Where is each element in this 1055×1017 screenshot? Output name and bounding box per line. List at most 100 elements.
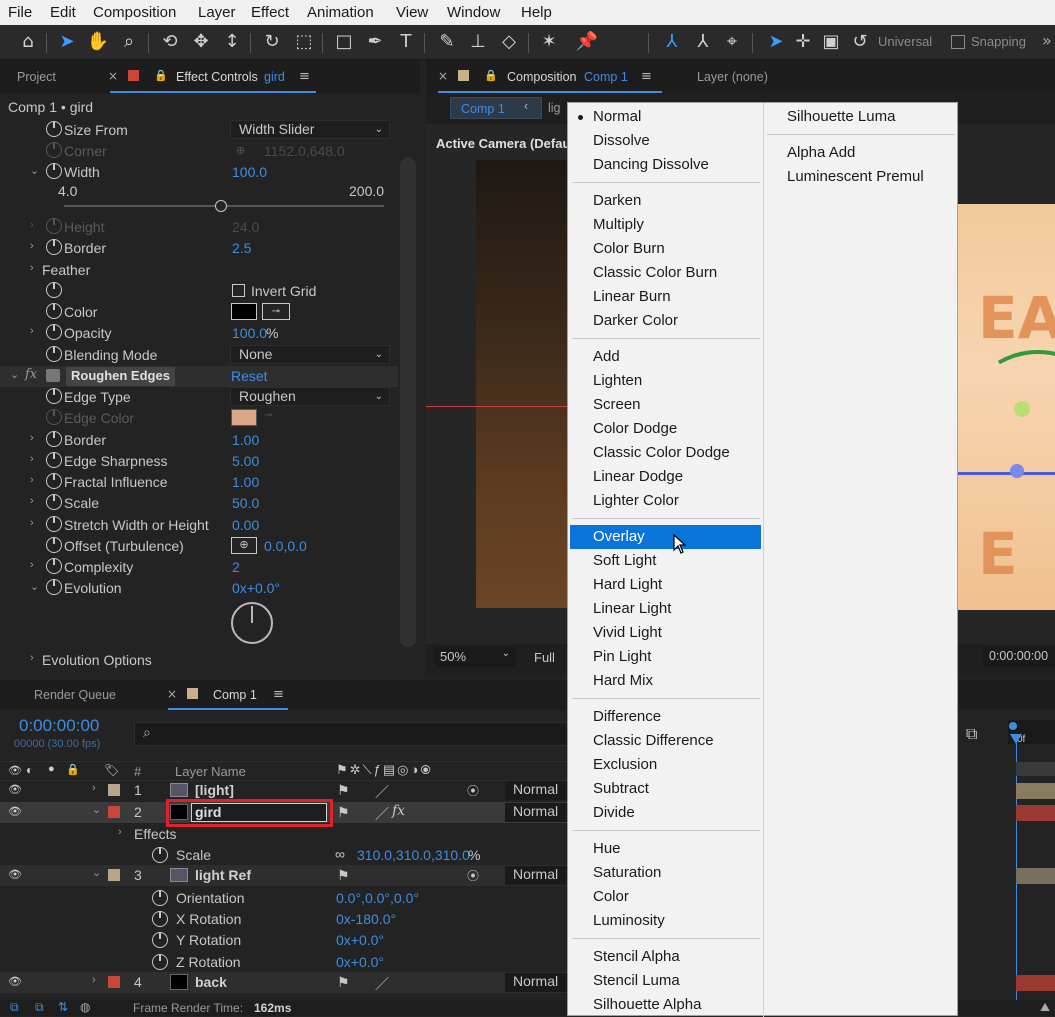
- panel-menu-icon[interactable]: ≡: [299, 69, 310, 84]
- menu-item-silhouette-alpha[interactable]: Silhouette Alpha: [593, 993, 701, 1017]
- chevron-down-icon[interactable]: ⌄: [92, 866, 101, 879]
- stopwatch-icon[interactable]: [46, 121, 62, 137]
- type-tool-icon[interactable]: T: [394, 30, 418, 54]
- layer-mode-dropdown[interactable]: Normal: [505, 866, 567, 885]
- stopwatch-icon[interactable]: [46, 537, 62, 553]
- selection-3d-icon[interactable]: ➤: [764, 30, 788, 54]
- stopwatch-icon[interactable]: [46, 558, 62, 574]
- link-icon[interactable]: ∞: [335, 846, 345, 862]
- menu-item-lighter-color[interactable]: Lighter Color: [593, 489, 679, 513]
- view-axis-icon[interactable]: ⌖: [720, 30, 744, 54]
- offset-value[interactable]: 0.0,0.0: [264, 538, 307, 554]
- scale-prop-row[interactable]: Scale ∞ 310.0,310.0,310.0 %: [0, 845, 570, 866]
- fx-icon[interactable]: fx: [25, 367, 37, 382]
- eyedropper-icon[interactable]: ⊸: [262, 303, 290, 320]
- menu-file[interactable]: File: [8, 4, 32, 21]
- zoom-tool-icon[interactable]: ⌕: [117, 30, 141, 54]
- eye-icon[interactable]: 👁: [8, 805, 22, 818]
- tab-comp[interactable]: Comp 1: [213, 688, 257, 702]
- chevron-down-icon[interactable]: ⌄: [30, 164, 39, 177]
- menu-item-hard-light[interactable]: Hard Light: [593, 573, 662, 597]
- menu-effect[interactable]: Effect: [251, 4, 289, 21]
- move-3d-icon[interactable]: ✛: [791, 30, 815, 54]
- zrot-value[interactable]: 0x+0.0°: [336, 954, 384, 970]
- border-value[interactable]: 2.5: [232, 240, 251, 256]
- menu-item-subtract[interactable]: Subtract: [593, 777, 649, 801]
- orientation-value[interactable]: 0.0°,0.0°,0.0°: [336, 890, 419, 906]
- menu-item-alpha-add[interactable]: Alpha Add: [787, 141, 855, 165]
- menu-item-add[interactable]: Add: [593, 345, 620, 369]
- menu-item-color-burn[interactable]: Color Burn: [593, 237, 665, 261]
- stopwatch-icon[interactable]: [46, 579, 62, 595]
- chevron-right-icon[interactable]: ›: [92, 782, 96, 794]
- xrot-prop-row[interactable]: X Rotation 0x-180.0°: [0, 909, 570, 930]
- quality-dropdown[interactable]: Full: [534, 650, 555, 665]
- chevron-right-icon[interactable]: ›: [30, 240, 34, 252]
- stopwatch-icon[interactable]: [152, 932, 168, 948]
- layer-row-1[interactable]: 👁 › 1 [light] ⚑ ／ ⦿ Normal: [0, 780, 570, 801]
- dolly-camera-icon[interactable]: ↕: [220, 30, 244, 54]
- label-color-swatch[interactable]: [108, 806, 120, 818]
- menu-item-stencil-luma[interactable]: Stencil Luma: [593, 969, 680, 993]
- 3d-layer-icon[interactable]: ⦿: [467, 782, 479, 799]
- column-layer-name[interactable]: Layer Name: [175, 764, 246, 779]
- toggle-inout-icon[interactable]: ⇅: [58, 1000, 68, 1014]
- chevron-right-icon[interactable]: ›: [30, 495, 34, 507]
- menu-item-exclusion[interactable]: Exclusion: [593, 753, 657, 777]
- yrot-prop-row[interactable]: Y Rotation 0x+0.0°: [0, 930, 570, 951]
- zoom-dropdown[interactable]: 50% ⌄: [434, 647, 516, 667]
- effects-group-row[interactable]: › Effects: [0, 824, 570, 845]
- close-tab-icon[interactable]: ×: [438, 69, 448, 83]
- menu-item-lighten[interactable]: Lighten: [593, 369, 642, 393]
- edge-type-dropdown[interactable]: Roughen ⌄: [230, 387, 390, 406]
- axis-handle[interactable]: [1010, 464, 1024, 478]
- menu-item-pin-light[interactable]: Pin Light: [593, 645, 651, 669]
- chevron-right-icon[interactable]: ›: [92, 974, 96, 986]
- gizmo-handle[interactable]: [1014, 401, 1030, 417]
- stopwatch-icon[interactable]: [152, 847, 168, 863]
- roto-brush-icon[interactable]: ✶: [537, 30, 561, 54]
- menu-item-color-dodge[interactable]: Color Dodge: [593, 417, 677, 441]
- layer-bar-1[interactable]: [1016, 783, 1055, 799]
- pan-behind-icon[interactable]: ⬚: [292, 30, 316, 54]
- menu-item-luminescent-premul[interactable]: Luminescent Premul: [787, 165, 924, 189]
- evolution-value[interactable]: 0x+0.0°: [232, 580, 280, 596]
- crosshair-icon[interactable]: ⊕: [231, 537, 257, 554]
- zrot-prop-row[interactable]: Z Rotation 0x+0.0°: [0, 952, 570, 973]
- effect-name[interactable]: Roughen Edges: [66, 367, 175, 386]
- lock-icon[interactable]: 🔒: [154, 69, 168, 82]
- stopwatch-icon[interactable]: [46, 473, 62, 489]
- stopwatch-icon[interactable]: [46, 494, 62, 510]
- layer-row-2[interactable]: 👁 ⌄ 2 gird ⚑ ／ fx Normal: [0, 799, 570, 827]
- menu-item-classic-difference[interactable]: Classic Difference: [593, 729, 714, 753]
- width-slider-thumb[interactable]: [214, 200, 227, 212]
- chevron-right-icon[interactable]: ›: [118, 826, 122, 838]
- menu-animation[interactable]: Animation: [307, 4, 374, 21]
- chevron-right-icon[interactable]: ›: [30, 453, 34, 465]
- world-axis-icon[interactable]: ⅄: [691, 30, 715, 54]
- label-tag-icon[interactable]: 🏷: [104, 763, 119, 777]
- stopwatch-icon[interactable]: [46, 346, 62, 362]
- chevron-right-icon[interactable]: ›: [30, 325, 34, 337]
- snapping-checkbox[interactable]: [951, 35, 965, 49]
- chevron-down-icon[interactable]: ⌄: [10, 368, 19, 381]
- chevron-right-icon[interactable]: ›: [30, 559, 34, 571]
- tab-effect-controls[interactable]: Effect Controls: [176, 70, 258, 84]
- timeline-timecode[interactable]: 0:00:00:00: [19, 716, 99, 736]
- chevron-right-icon[interactable]: ›: [30, 517, 34, 529]
- layer-bar-3[interactable]: [1016, 868, 1055, 884]
- stretch-value[interactable]: 0.00: [232, 517, 259, 533]
- layer-bar-2[interactable]: [1016, 805, 1055, 821]
- orientation-prop-row[interactable]: Orientation 0.0°,0.0°,0.0°: [0, 888, 570, 909]
- width-value[interactable]: 100.0: [232, 164, 267, 180]
- eye-icon[interactable]: 👁: [8, 868, 22, 881]
- stopwatch-icon[interactable]: [46, 452, 62, 468]
- close-tab-icon[interactable]: ×: [108, 69, 118, 83]
- scale-value[interactable]: 50.0: [232, 495, 259, 511]
- layer-bar-4[interactable]: [1016, 975, 1055, 991]
- orbit-camera-icon[interactable]: ⟲: [158, 30, 182, 54]
- puppet-pin-icon[interactable]: 📌: [575, 30, 599, 54]
- menu-item-linear-light[interactable]: Linear Light: [593, 597, 671, 621]
- comp-sub-tab-2[interactable]: lig: [548, 101, 561, 115]
- menu-item-soft-light[interactable]: Soft Light: [593, 549, 656, 573]
